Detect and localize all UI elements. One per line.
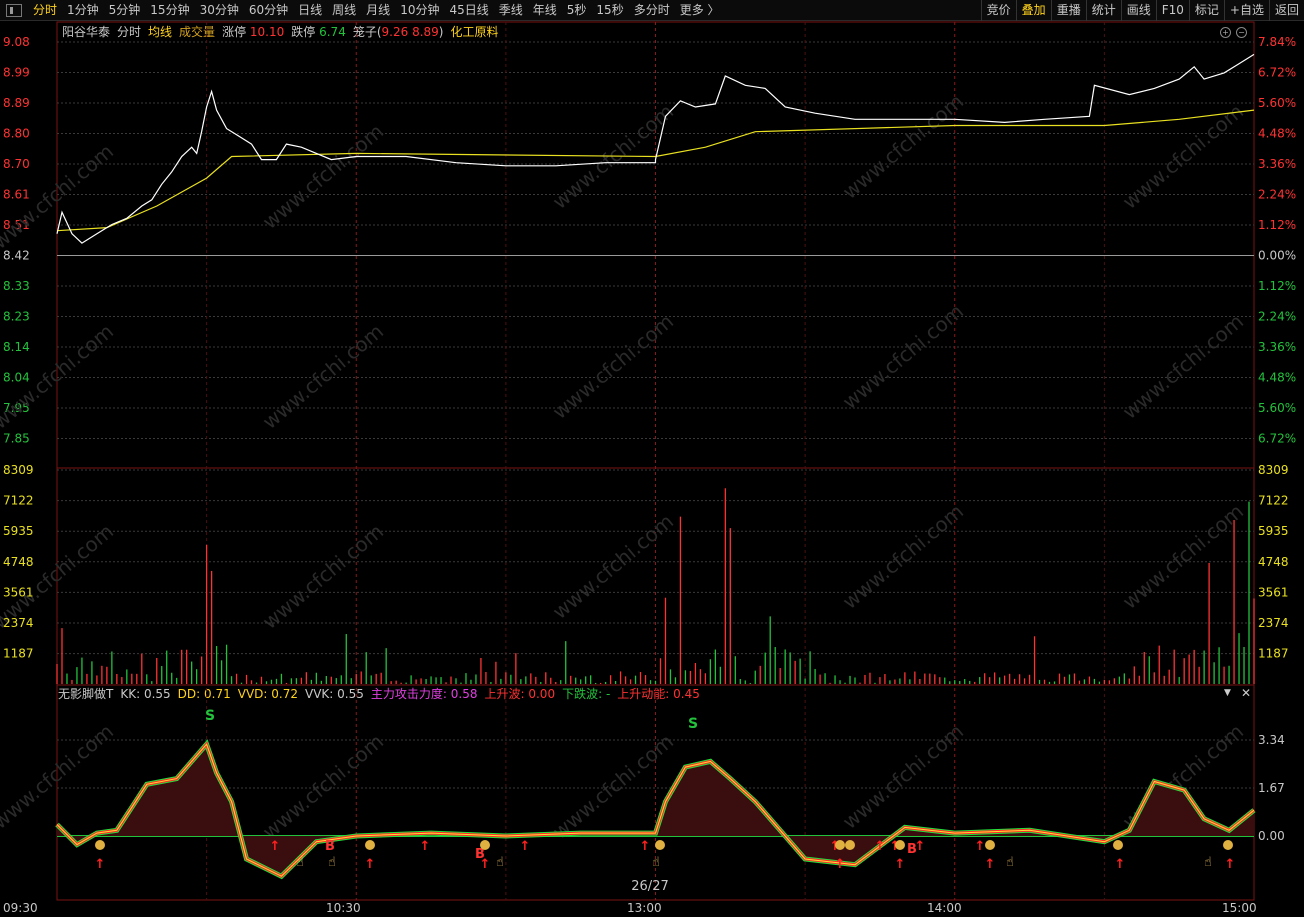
watermark: www.cfchi.com: [258, 519, 388, 634]
up-arrow-icon: ↑: [875, 839, 886, 854]
pct-tick-label: 7.84%: [1258, 35, 1296, 49]
pct-tick-label: 6.72%: [1258, 432, 1296, 446]
volume-tick-label-right: 4748: [1258, 555, 1289, 569]
indicator-tick-label: 3.34: [1258, 733, 1285, 747]
time-tick-label: 13:00: [627, 901, 662, 915]
volume-tick-label-right: 1187: [1258, 647, 1289, 661]
volume-tick-label: 1187: [3, 647, 34, 661]
pct-tick-label: 2.24%: [1258, 188, 1296, 202]
pointing-hand-icon: ☝: [1204, 855, 1212, 870]
up-arrow-icon: ↑: [95, 857, 106, 872]
sell-signal-mark: S: [688, 716, 698, 732]
pointing-hand-icon: ☝: [496, 855, 504, 870]
up-arrow-icon: ↑: [975, 839, 986, 854]
price-tick-label: 8.23: [3, 310, 30, 324]
pct-tick-label: 4.48%: [1258, 371, 1296, 385]
price-tick-label: 8.33: [3, 279, 30, 293]
pointing-hand-icon: ☝: [296, 855, 304, 870]
up-arrow-icon: ↑: [895, 857, 906, 872]
pointing-hand-icon: ☝: [1006, 855, 1014, 870]
up-arrow-icon: ↑: [1115, 857, 1126, 872]
pct-tick-label: 0.00%: [1258, 249, 1296, 263]
volume-tick-label-right: 5935: [1258, 524, 1289, 538]
pct-tick-label: 2.24%: [1258, 310, 1296, 324]
watermark: www.cfchi.com: [548, 509, 678, 624]
money-bag-icon: [365, 840, 375, 850]
time-tick-label: 09:30: [3, 901, 38, 915]
volume-tick-label: 7122: [3, 494, 34, 508]
pct-tick-label: 5.60%: [1258, 401, 1296, 415]
chart-canvas[interactable]: 9.08 7.84% 8.99 6.72% 8.89 5.60% 8.80 4.48% 8.70…: [0, 0, 1304, 917]
volume-tick-label-right: 8309: [1258, 463, 1289, 477]
watermark: www.cfchi.com: [258, 319, 388, 434]
sell-signal-mark: S: [205, 708, 215, 724]
time-tick-label: 10:30: [326, 901, 361, 915]
price-tick-label: 8.70: [3, 157, 30, 171]
up-arrow-icon: ↑: [520, 839, 531, 854]
up-arrow-icon: ↑: [480, 857, 491, 872]
volume-tick-label: 2374: [3, 616, 34, 630]
up-arrow-icon: ↑: [915, 839, 926, 854]
price-tick-label: 8.61: [3, 188, 30, 202]
price-tick-label: 8.14: [3, 340, 30, 354]
volume-tick-label-right: 3561: [1258, 585, 1289, 599]
price-tick-label: 7.85: [3, 432, 30, 446]
buy-signal-mark: B: [325, 839, 335, 854]
indicator-tick-label: 0.00: [1258, 829, 1285, 843]
volume-tick-label: 4748: [3, 555, 34, 569]
money-bag-icon: [985, 840, 995, 850]
up-arrow-icon: ↑: [985, 857, 996, 872]
watermark: www.cfchi.com: [1118, 99, 1248, 214]
money-bag-icon: [655, 840, 665, 850]
money-bag-icon: [845, 840, 855, 850]
up-arrow-icon: ↑: [270, 839, 281, 854]
watermark: www.cfchi.com: [258, 729, 388, 844]
watermark: www.cfchi.com: [838, 499, 968, 614]
volume-tick-label: 8309: [3, 463, 34, 477]
money-bag-icon: [895, 840, 905, 850]
watermark: www.cfchi.com: [548, 309, 678, 424]
watermark: www.cfchi.com: [1118, 499, 1248, 614]
pointing-hand-icon: ☝: [328, 855, 336, 870]
up-arrow-icon: ↑: [1225, 857, 1236, 872]
watermark: www.cfchi.com: [838, 89, 968, 204]
money-bag-icon: [480, 840, 490, 850]
pointing-hand-icon: ☝: [652, 855, 660, 870]
up-arrow-icon: ↑: [640, 839, 651, 854]
volume-tick-label-right: 7122: [1258, 494, 1289, 508]
pct-tick-label: 1.12%: [1258, 218, 1296, 232]
money-bag-icon: [835, 840, 845, 850]
indicator-tick-label: 1.67: [1258, 781, 1285, 795]
volume-tick-label: 5935: [3, 524, 34, 538]
time-tick-label: 15:00: [1222, 901, 1257, 915]
money-bag-icon: [95, 840, 105, 850]
pct-tick-label: 3.36%: [1258, 340, 1296, 354]
volume-tick-label: 3561: [3, 585, 34, 599]
up-arrow-icon: ↑: [420, 839, 431, 854]
watermark: www.cfchi.com: [0, 719, 118, 834]
time-tick-label: 14:00: [927, 901, 962, 915]
pct-tick-label: 5.60%: [1258, 96, 1296, 110]
money-bag-icon: [1113, 840, 1123, 850]
price-tick-label: 9.08: [3, 35, 30, 49]
up-arrow-icon: ↑: [835, 857, 846, 872]
money-bag-icon: [1223, 840, 1233, 850]
price-tick-label: 8.99: [3, 66, 30, 80]
price-tick-label: 8.89: [3, 96, 30, 110]
page-indicator: 26/27: [631, 879, 668, 894]
pct-tick-label: 4.48%: [1258, 127, 1296, 141]
watermark: www.cfchi.com: [1118, 309, 1248, 424]
pct-tick-label: 3.36%: [1258, 157, 1296, 171]
up-arrow-icon: ↑: [365, 857, 376, 872]
price-tick-label: 8.80: [3, 127, 30, 141]
volume-tick-label-right: 2374: [1258, 616, 1289, 630]
watermark: www.cfchi.com: [258, 119, 388, 234]
pct-tick-label: 1.12%: [1258, 279, 1296, 293]
watermark: www.cfchi.com: [838, 719, 968, 834]
pct-tick-label: 6.72%: [1258, 66, 1296, 80]
